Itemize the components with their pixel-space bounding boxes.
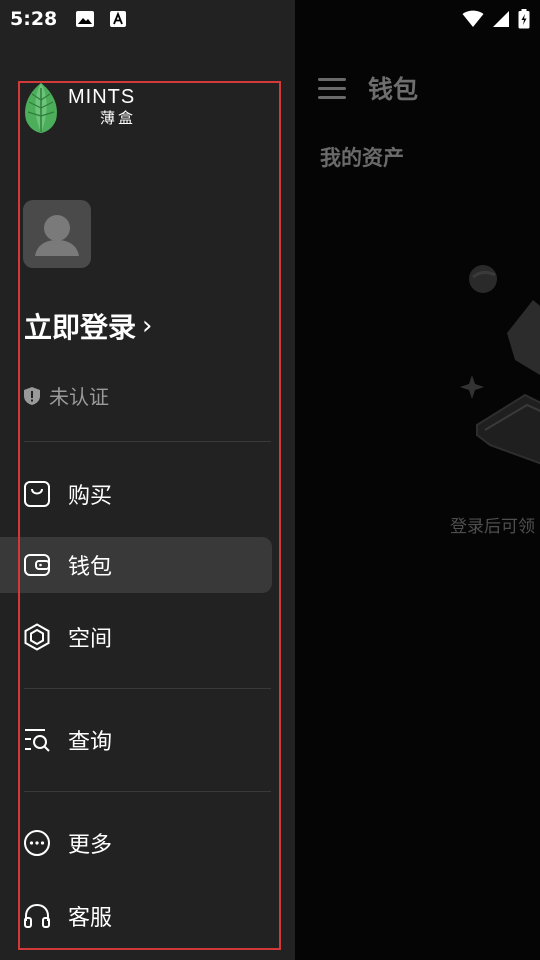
empty-state-text: 登录后可领: [450, 517, 535, 537]
assets-section-title: 我的资产: [320, 146, 404, 170]
menu-icon[interactable]: [318, 76, 346, 100]
signal-icon: [493, 11, 509, 27]
battery-charging-icon: [518, 9, 530, 29]
navigation-drawer: MINTS 薄盒 立即登录 › 未认证 购买 钱包 空间 查询 更多 客服: [0, 0, 295, 960]
status-time: 5:28: [10, 8, 58, 30]
image-icon: [76, 11, 95, 27]
highlight-frame: [18, 81, 281, 950]
main-header: 钱包: [318, 66, 418, 110]
wifi-icon: [462, 10, 484, 27]
empty-wallet-illustration: [460, 265, 540, 465]
status-bar: 5:28: [0, 0, 540, 38]
text-a-icon: [110, 11, 127, 27]
page-title: 钱包: [368, 75, 419, 104]
